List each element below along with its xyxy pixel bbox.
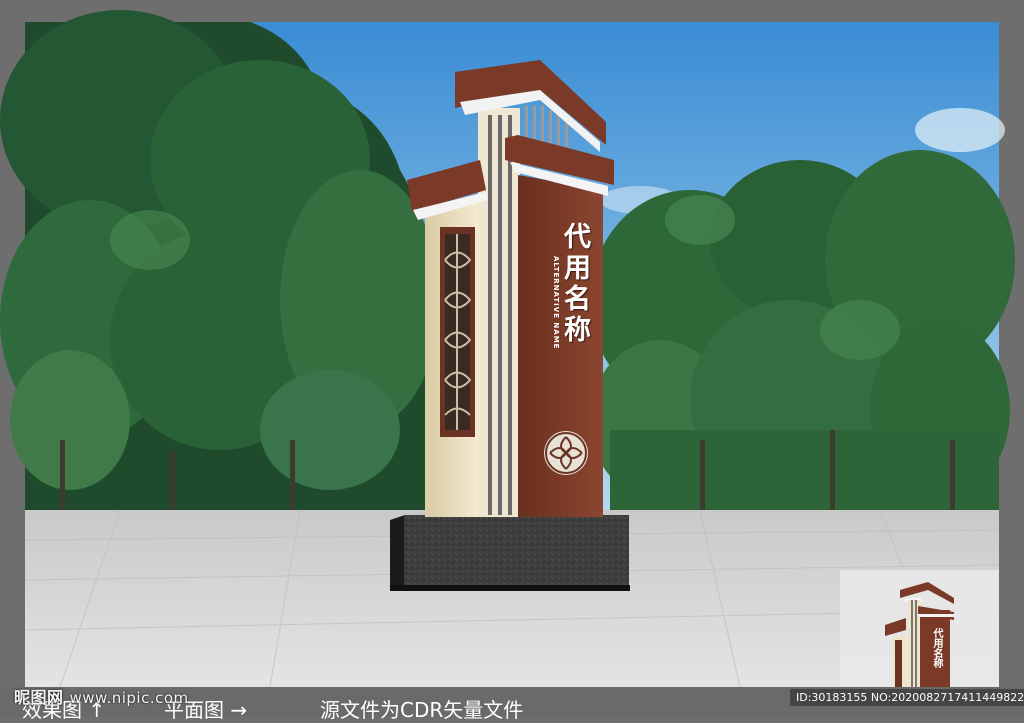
cloud bbox=[915, 108, 1005, 152]
watermark-logo: 昵图网 bbox=[14, 688, 64, 707]
emblem-icon bbox=[544, 431, 588, 475]
caption-source: 源文件为CDR矢量文件 bbox=[320, 698, 524, 722]
sign-base-side bbox=[390, 515, 405, 590]
watermark-url: www.nipic.com bbox=[69, 689, 189, 707]
thumbnail-sign-title: 代用名称 bbox=[931, 628, 942, 668]
watermark: 昵图网 www.nipic.com bbox=[14, 684, 189, 708]
sign-base bbox=[404, 515, 629, 590]
render-image bbox=[0, 10, 1015, 717]
sign-subtitle: ALTERNATIVE NAME bbox=[552, 256, 560, 350]
id-tag: ID:30183155 NO:20200827174114498222 bbox=[790, 689, 1024, 706]
scene bbox=[0, 0, 1024, 717]
